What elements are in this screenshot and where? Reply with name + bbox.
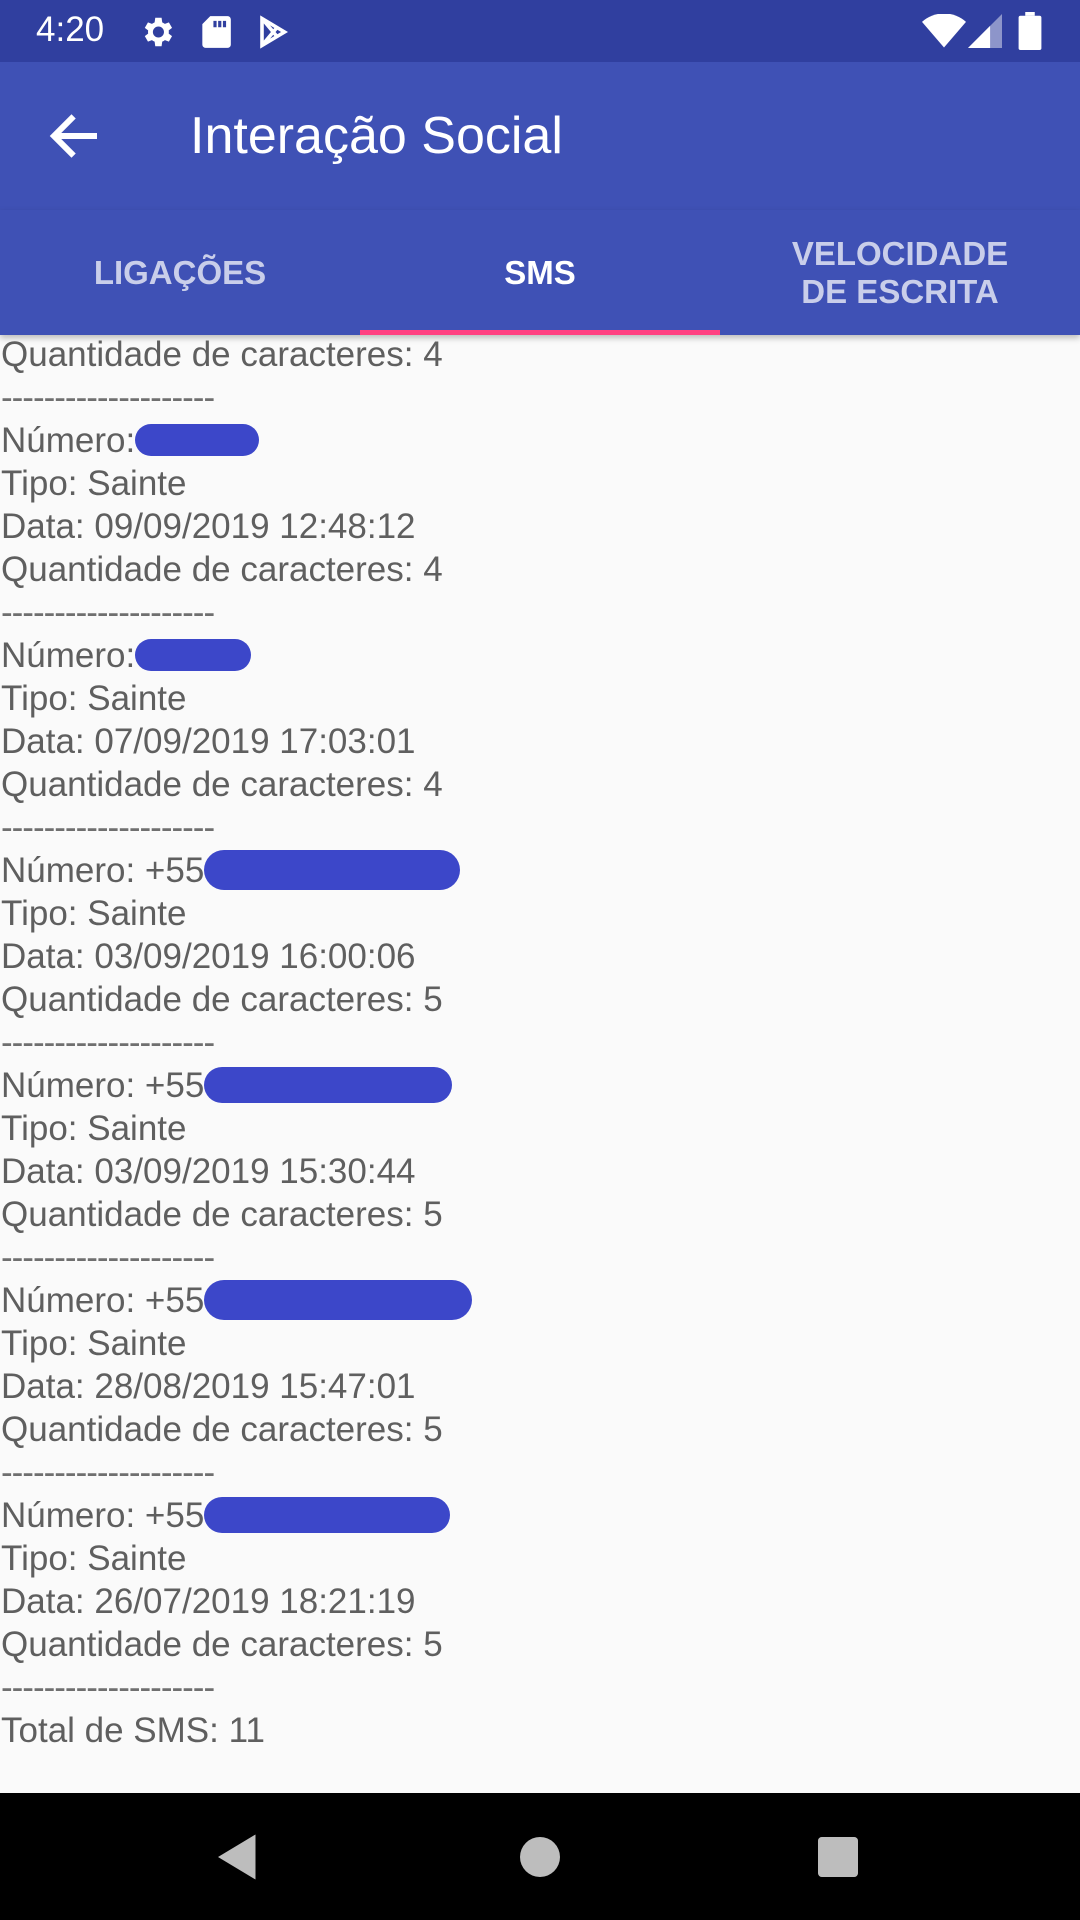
sms-number: Número: +55 <box>1 1279 473 1322</box>
separator: -------------------- <box>1 593 215 632</box>
separator: -------------------- <box>1 808 215 847</box>
sms-entry: Número: Tipo: Sainte Data: 09/09/2019 12… <box>1 419 472 591</box>
sms-number-label: Número: +55 <box>1 851 205 890</box>
sms-number: Número: +55 <box>1 849 472 892</box>
status-bar: 4:20 <box>0 0 1080 62</box>
sms-number-label: Número: +55 <box>1 1281 205 1320</box>
sd-card-icon <box>202 16 231 48</box>
sms-char-count: Quantidade de caracteres: 5 <box>1 1625 443 1664</box>
home-nav-icon[interactable] <box>510 1827 570 1887</box>
tab-sms[interactable]: SMS <box>360 210 720 335</box>
redacted-number <box>204 849 461 890</box>
sms-date: Data: 07/09/2019 17:03:01 <box>1 722 416 761</box>
separator: -------------------- <box>1 378 215 417</box>
settings-icon <box>144 17 173 47</box>
cellular-signal-icon <box>968 14 1002 48</box>
sms-type: Tipo: Sainte <box>1 1539 187 1578</box>
sms-entry: Número: +55 Tipo: Sainte Data: 03/09/201… <box>1 849 472 1021</box>
sms-char-count: Quantidade de caracteres: 5 <box>1 980 443 1019</box>
back-nav-icon[interactable] <box>208 1827 268 1887</box>
sms-type: Tipo: Sainte <box>1 894 187 933</box>
sms-number-label: Número: +55 <box>1 1066 205 1105</box>
sms-number-label: Número: +55 <box>1 1496 205 1535</box>
redacted-number <box>135 638 252 671</box>
tab-bar: LIGAÇÕES SMS VELOCIDADE DE ESCRITA <box>0 210 1080 335</box>
tab-velocidade-label: VELOCIDADE DE ESCRITA <box>791 234 1009 310</box>
sms-number-label: Número: <box>1 421 136 460</box>
status-time: 4:20 <box>36 10 105 49</box>
sms-entry: Número: Tipo: Sainte Data: 07/09/2019 17… <box>1 634 472 806</box>
redacted-number <box>135 423 260 456</box>
sms-type: Tipo: Sainte <box>1 1109 187 1148</box>
sms-date: Data: 28/08/2019 15:47:01 <box>1 1367 416 1406</box>
total-sms: Total de SMS: 11 <box>1 1711 265 1750</box>
battery-icon <box>1018 12 1042 50</box>
sms-date: Data: 03/09/2019 15:30:44 <box>1 1152 416 1191</box>
sms-date: Data: 26/07/2019 18:21:19 <box>1 1582 416 1621</box>
sms-number-label: Número: <box>1 636 136 675</box>
sms-number: Número: <box>1 634 472 677</box>
back-arrow-icon[interactable] <box>44 106 104 166</box>
redacted-number <box>204 1496 451 1533</box>
sms-char-count: Quantidade de caracteres: 4 <box>1 765 443 804</box>
sms-list[interactable]: Quantidade de caracteres: 4 ------------… <box>0 335 1080 1793</box>
partial-quantity-line: Quantidade de caracteres: 4 <box>1 335 443 374</box>
recents-nav-icon[interactable] <box>808 1827 868 1887</box>
sms-number: Número: <box>1 419 472 462</box>
app-bar: Interação Social <box>0 62 1080 210</box>
sms-entry: Número: +55 Tipo: Sainte Data: 03/09/201… <box>1 1064 472 1236</box>
sms-date: Data: 09/09/2019 12:48:12 <box>1 507 416 546</box>
sms-date: Data: 03/09/2019 16:00:06 <box>1 937 416 976</box>
sms-entry: Número: +55 Tipo: Sainte Data: 26/07/201… <box>1 1494 472 1666</box>
sms-type: Tipo: Sainte <box>1 464 187 503</box>
navigation-bar <box>0 1793 1080 1920</box>
redacted-number <box>204 1066 453 1103</box>
sms-char-count: Quantidade de caracteres: 5 <box>1 1195 443 1234</box>
separator: -------------------- <box>1 1453 215 1492</box>
sms-number: Número: +55 <box>1 1064 472 1107</box>
wifi-icon <box>922 14 966 48</box>
sms-type: Tipo: Sainte <box>1 679 187 718</box>
sms-type: Tipo: Sainte <box>1 1324 187 1363</box>
sms-entry: Número: +55 Tipo: Sainte Data: 28/08/201… <box>1 1279 473 1451</box>
redacted-number <box>204 1279 473 1320</box>
sms-char-count: Quantidade de caracteres: 5 <box>1 1410 443 1449</box>
app-title: Interação Social <box>190 107 563 165</box>
sms-number: Número: +55 <box>1 1494 472 1537</box>
separator: -------------------- <box>1 1238 215 1277</box>
tab-ligacoes[interactable]: LIGAÇÕES <box>0 210 360 335</box>
sms-char-count: Quantidade de caracteres: 4 <box>1 550 443 589</box>
separator: -------------------- <box>1 1668 215 1707</box>
play-store-icon <box>260 15 288 49</box>
tab-velocidade-de-escrita[interactable]: VELOCIDADE DE ESCRITA <box>720 210 1080 335</box>
separator: -------------------- <box>1 1023 215 1062</box>
